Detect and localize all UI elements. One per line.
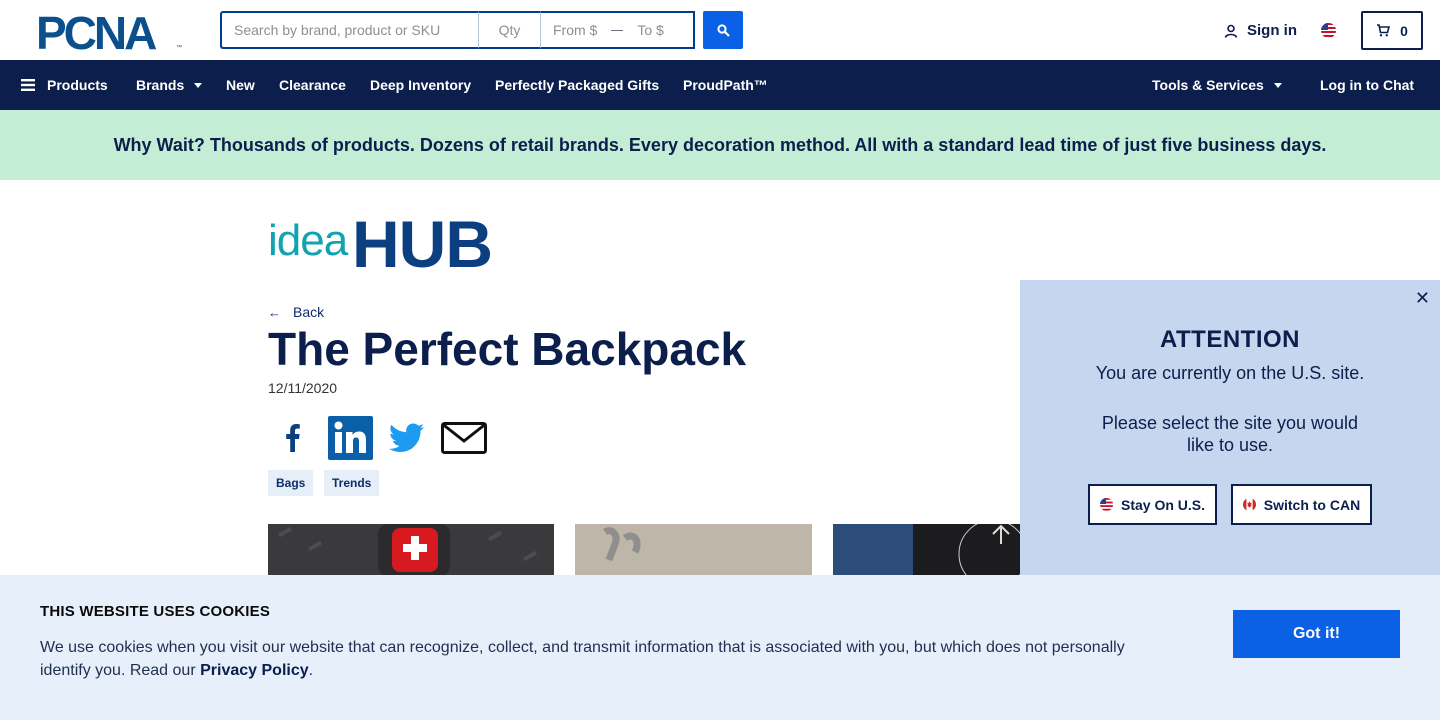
linkedin-icon (328, 416, 373, 460)
nav-brands-label: Brands (136, 77, 185, 93)
nav-new-label: New (226, 77, 255, 93)
us-flag-icon[interactable] (1321, 23, 1336, 38)
search-input[interactable]: Search by brand, product or SKU (220, 11, 478, 49)
cookie-accept-label: Got it! (1292, 625, 1341, 642)
fabric-photo (575, 524, 812, 576)
canada-flag-icon (1242, 498, 1256, 511)
twitter-icon (389, 423, 424, 452)
arrow-left-icon: ← (268, 304, 281, 320)
attention-message: You are currently on the U.S. site. (1095, 363, 1365, 383)
attention-title: ATTENTION (1159, 326, 1301, 353)
switch-can-label: Switch to CAN (1263, 496, 1361, 513)
promo-banner: Why Wait? Thousands of products. Dozens … (0, 110, 1440, 180)
email-icon (441, 422, 487, 454)
back-link[interactable]: ← Back (268, 304, 324, 320)
nav-products-label: Products (47, 77, 108, 93)
cart-count: 0 (1400, 22, 1408, 39)
promo-text: Why Wait? Thousands of products. Dozens … (113, 134, 1327, 155)
main-nav: Products Brands New Clearance Deep Inven… (0, 60, 1440, 110)
facebook-share-button[interactable] (278, 416, 308, 460)
site-header: PCNA ™ Search by brand, product or SKU Q… (0, 0, 1440, 60)
region-select-panel: ✕ ATTENTION You are currently on the U.S… (1020, 280, 1440, 576)
price-from-input[interactable]: From $ (553, 22, 597, 38)
price-range-dash (611, 29, 624, 31)
nav-brands[interactable]: Brands (136, 60, 203, 110)
nav-products[interactable]: Products (21, 60, 108, 110)
cart-icon (1377, 24, 1391, 37)
switch-can-button[interactable]: Switch to CAN (1231, 484, 1372, 525)
ideahub-logo-hub: HUB (352, 207, 493, 281)
article-image-swiss-backpack[interactable] (268, 524, 554, 576)
nav-packaged-gifts[interactable]: Perfectly Packaged Gifts (495, 60, 659, 110)
facebook-icon (286, 424, 300, 452)
chevron-down-icon (1273, 82, 1282, 88)
search-button[interactable] (703, 11, 743, 49)
email-share-button[interactable] (441, 416, 487, 460)
tag-label: Trends (332, 476, 372, 490)
nav-clearance-label: Clearance (279, 77, 346, 93)
tag-label: Bags (276, 476, 306, 490)
nav-chat-login-label: Log in to Chat (1320, 77, 1415, 93)
us-flag-icon (1099, 498, 1113, 511)
chevron-down-icon (194, 82, 203, 88)
search-icon (716, 23, 730, 37)
svg-text:™: ™ (176, 44, 182, 50)
article-image-fabric-backpack[interactable] (575, 524, 812, 576)
tag-bags[interactable]: Bags (268, 470, 314, 496)
stay-us-label: Stay On U.S. (1120, 496, 1206, 513)
search-bar: Search by brand, product or SKU Qty From… (220, 11, 743, 49)
denim-photo (833, 524, 1020, 576)
article-title: The Perfect Backpack (268, 323, 747, 375)
price-range-input[interactable]: From $ To $ (540, 11, 695, 49)
close-icon[interactable]: ✕ (1415, 288, 1430, 309)
nav-chat-login[interactable]: Log in to Chat (1320, 60, 1414, 110)
cookie-title: THIS WEBSITE USES COOKIES (40, 603, 271, 620)
cookie-text: We use cookies when you visit our websit… (40, 636, 1150, 682)
nav-clearance[interactable]: Clearance (279, 60, 346, 110)
ideahub-logo-idea: idea (268, 216, 348, 265)
price-to-input[interactable]: To $ (637, 22, 663, 38)
back-label: Back (293, 304, 325, 320)
cookie-suffix: . (308, 662, 314, 679)
cart-button[interactable]: 0 (1361, 11, 1423, 50)
nav-proudpath-label: ProudPath™ (683, 77, 768, 93)
cookie-accept-button[interactable]: Got it! (1233, 610, 1400, 658)
nav-tools-services-label: Tools & Services (1152, 77, 1264, 93)
nav-packaged-gifts-label: Perfectly Packaged Gifts (495, 77, 660, 93)
privacy-policy-link[interactable]: Privacy Policy (200, 662, 309, 679)
sign-in-link[interactable]: Sign in (1224, 22, 1297, 39)
nav-tools-services[interactable]: Tools & Services (1152, 60, 1282, 110)
tag-trends[interactable]: Trends (324, 470, 380, 496)
nav-deep-inventory-label: Deep Inventory (370, 77, 472, 93)
nav-proudpath[interactable]: ProudPath™ (683, 60, 768, 110)
article-image-denim-backpack[interactable] (833, 524, 1020, 576)
stay-us-button[interactable]: Stay On U.S. (1088, 484, 1217, 525)
user-icon (1224, 24, 1238, 38)
nav-deep-inventory[interactable]: Deep Inventory (370, 60, 471, 110)
sign-in-label: Sign in (1247, 22, 1297, 39)
qty-input[interactable]: Qty (478, 11, 540, 49)
article-date: 12/11/2020 (268, 380, 338, 396)
attention-prompt: Please select the site you would like to… (1101, 413, 1359, 455)
svg-text:PCNA: PCNA (36, 12, 156, 50)
hamburger-menu-icon (21, 79, 35, 91)
twitter-share-button[interactable] (389, 416, 425, 460)
nav-new[interactable]: New (226, 60, 255, 110)
linkedin-share-button[interactable] (328, 416, 373, 460)
pcna-logo[interactable]: PCNA ™ (36, 12, 184, 50)
cookie-banner: THIS WEBSITE USES COOKIES We use cookies… (0, 575, 1440, 720)
backpack-photo (268, 524, 554, 576)
